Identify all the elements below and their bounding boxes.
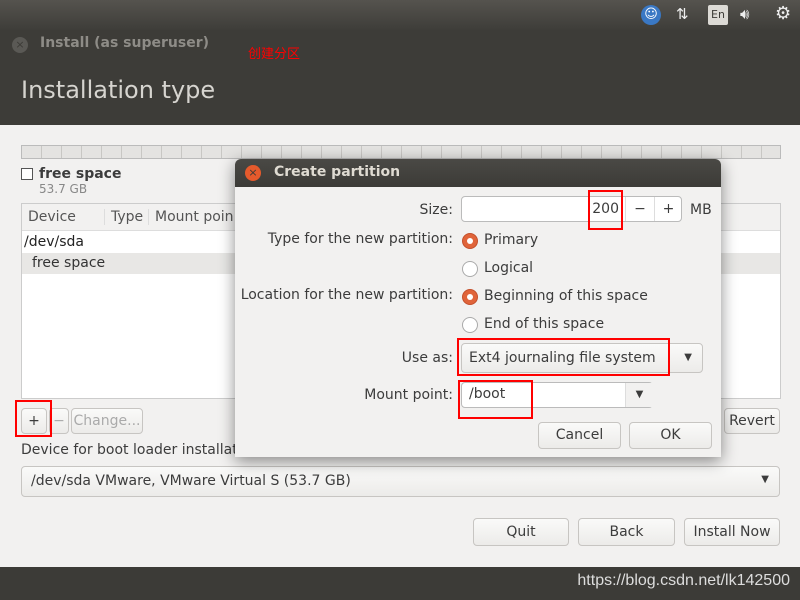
annotation-box-size — [588, 190, 623, 230]
column-type[interactable]: Type — [104, 209, 143, 225]
size-label: Size: — [419, 202, 453, 218]
size-input[interactable]: 200 − + — [461, 196, 682, 222]
table-row[interactable]: free space — [32, 255, 105, 271]
use-as-label: Use as: — [401, 350, 453, 366]
keyboard-layout-icon[interactable]: En — [708, 5, 728, 25]
close-icon[interactable]: × — [12, 37, 28, 53]
chevron-down-icon: ▼ — [761, 474, 769, 485]
mount-point-label: Mount point: — [364, 387, 453, 403]
radio-end[interactable] — [462, 317, 478, 333]
free-space-size: 53.7 GB — [39, 182, 88, 196]
volume-icon[interactable]: 🔊︎ — [740, 5, 749, 23]
dialog-title: Create partition — [274, 164, 401, 180]
radio-beginning[interactable] — [462, 289, 478, 305]
bottom-bar: https://blog.csdn.net/lk142500 — [0, 567, 800, 600]
type-label: Type for the new partition: — [267, 231, 453, 247]
radio-logical[interactable] — [462, 261, 478, 277]
bootloader-device-value: /dev/sda VMware, VMware Virtual S (53.7 … — [31, 473, 351, 489]
ok-button[interactable]: OK — [629, 422, 712, 449]
dialog-titlebar: × Create partition — [235, 159, 721, 187]
radio-logical-label[interactable]: Logical — [484, 260, 533, 276]
bootloader-label: Device for boot loader installat — [21, 442, 238, 458]
annotation-caption: 创建分区 — [248, 47, 301, 62]
annotation-box-mount-point — [458, 380, 533, 419]
location-label: Location for the new partition: — [240, 287, 453, 303]
size-decrement-button[interactable]: − — [625, 197, 654, 221]
radio-primary[interactable] — [462, 233, 478, 249]
annotation-box-use-as — [457, 338, 670, 376]
network-icon[interactable]: ⇅ — [676, 5, 689, 23]
page-title: Installation type — [21, 76, 216, 104]
install-now-button[interactable]: Install Now — [684, 518, 780, 546]
watermark: https://blog.csdn.net/lk142500 — [577, 572, 790, 589]
size-unit: MB — [690, 202, 712, 218]
back-button[interactable]: Back — [578, 518, 675, 546]
chevron-down-icon[interactable]: ▼ — [625, 383, 653, 407]
radio-beginning-label[interactable]: Beginning of this space — [484, 288, 648, 304]
window-title: Install (as superuser) — [40, 35, 209, 51]
change-button[interactable]: Change... — [71, 408, 143, 434]
settings-icon[interactable]: ⚙ — [775, 3, 791, 24]
window-header: × Install (as superuser) Installation ty… — [0, 30, 800, 125]
bootloader-device-select[interactable]: /dev/sda VMware, VMware Virtual S (53.7 … — [21, 466, 780, 497]
free-space-swatch — [21, 168, 33, 180]
revert-button[interactable]: Revert — [724, 408, 780, 434]
remove-partition-button[interactable]: − — [49, 408, 69, 434]
free-space-label: free space — [39, 166, 122, 182]
column-mount-point[interactable]: Mount poin — [148, 209, 234, 225]
column-device[interactable]: Device — [28, 209, 76, 225]
top-panel: ☺ ⇅ En 🔊︎ ⚙ — [0, 0, 800, 30]
cancel-button[interactable]: Cancel — [538, 422, 621, 449]
annotation-box-add — [15, 400, 52, 437]
size-increment-button[interactable]: + — [654, 197, 682, 221]
quit-button[interactable]: Quit — [473, 518, 569, 546]
radio-end-label[interactable]: End of this space — [484, 316, 604, 332]
radio-primary-label[interactable]: Primary — [484, 232, 538, 248]
accessibility-icon[interactable]: ☺ — [641, 5, 661, 25]
table-row[interactable]: /dev/sda — [24, 234, 84, 250]
chevron-down-icon: ▼ — [684, 352, 692, 363]
partition-bar — [21, 145, 781, 159]
close-icon[interactable]: × — [245, 165, 261, 181]
